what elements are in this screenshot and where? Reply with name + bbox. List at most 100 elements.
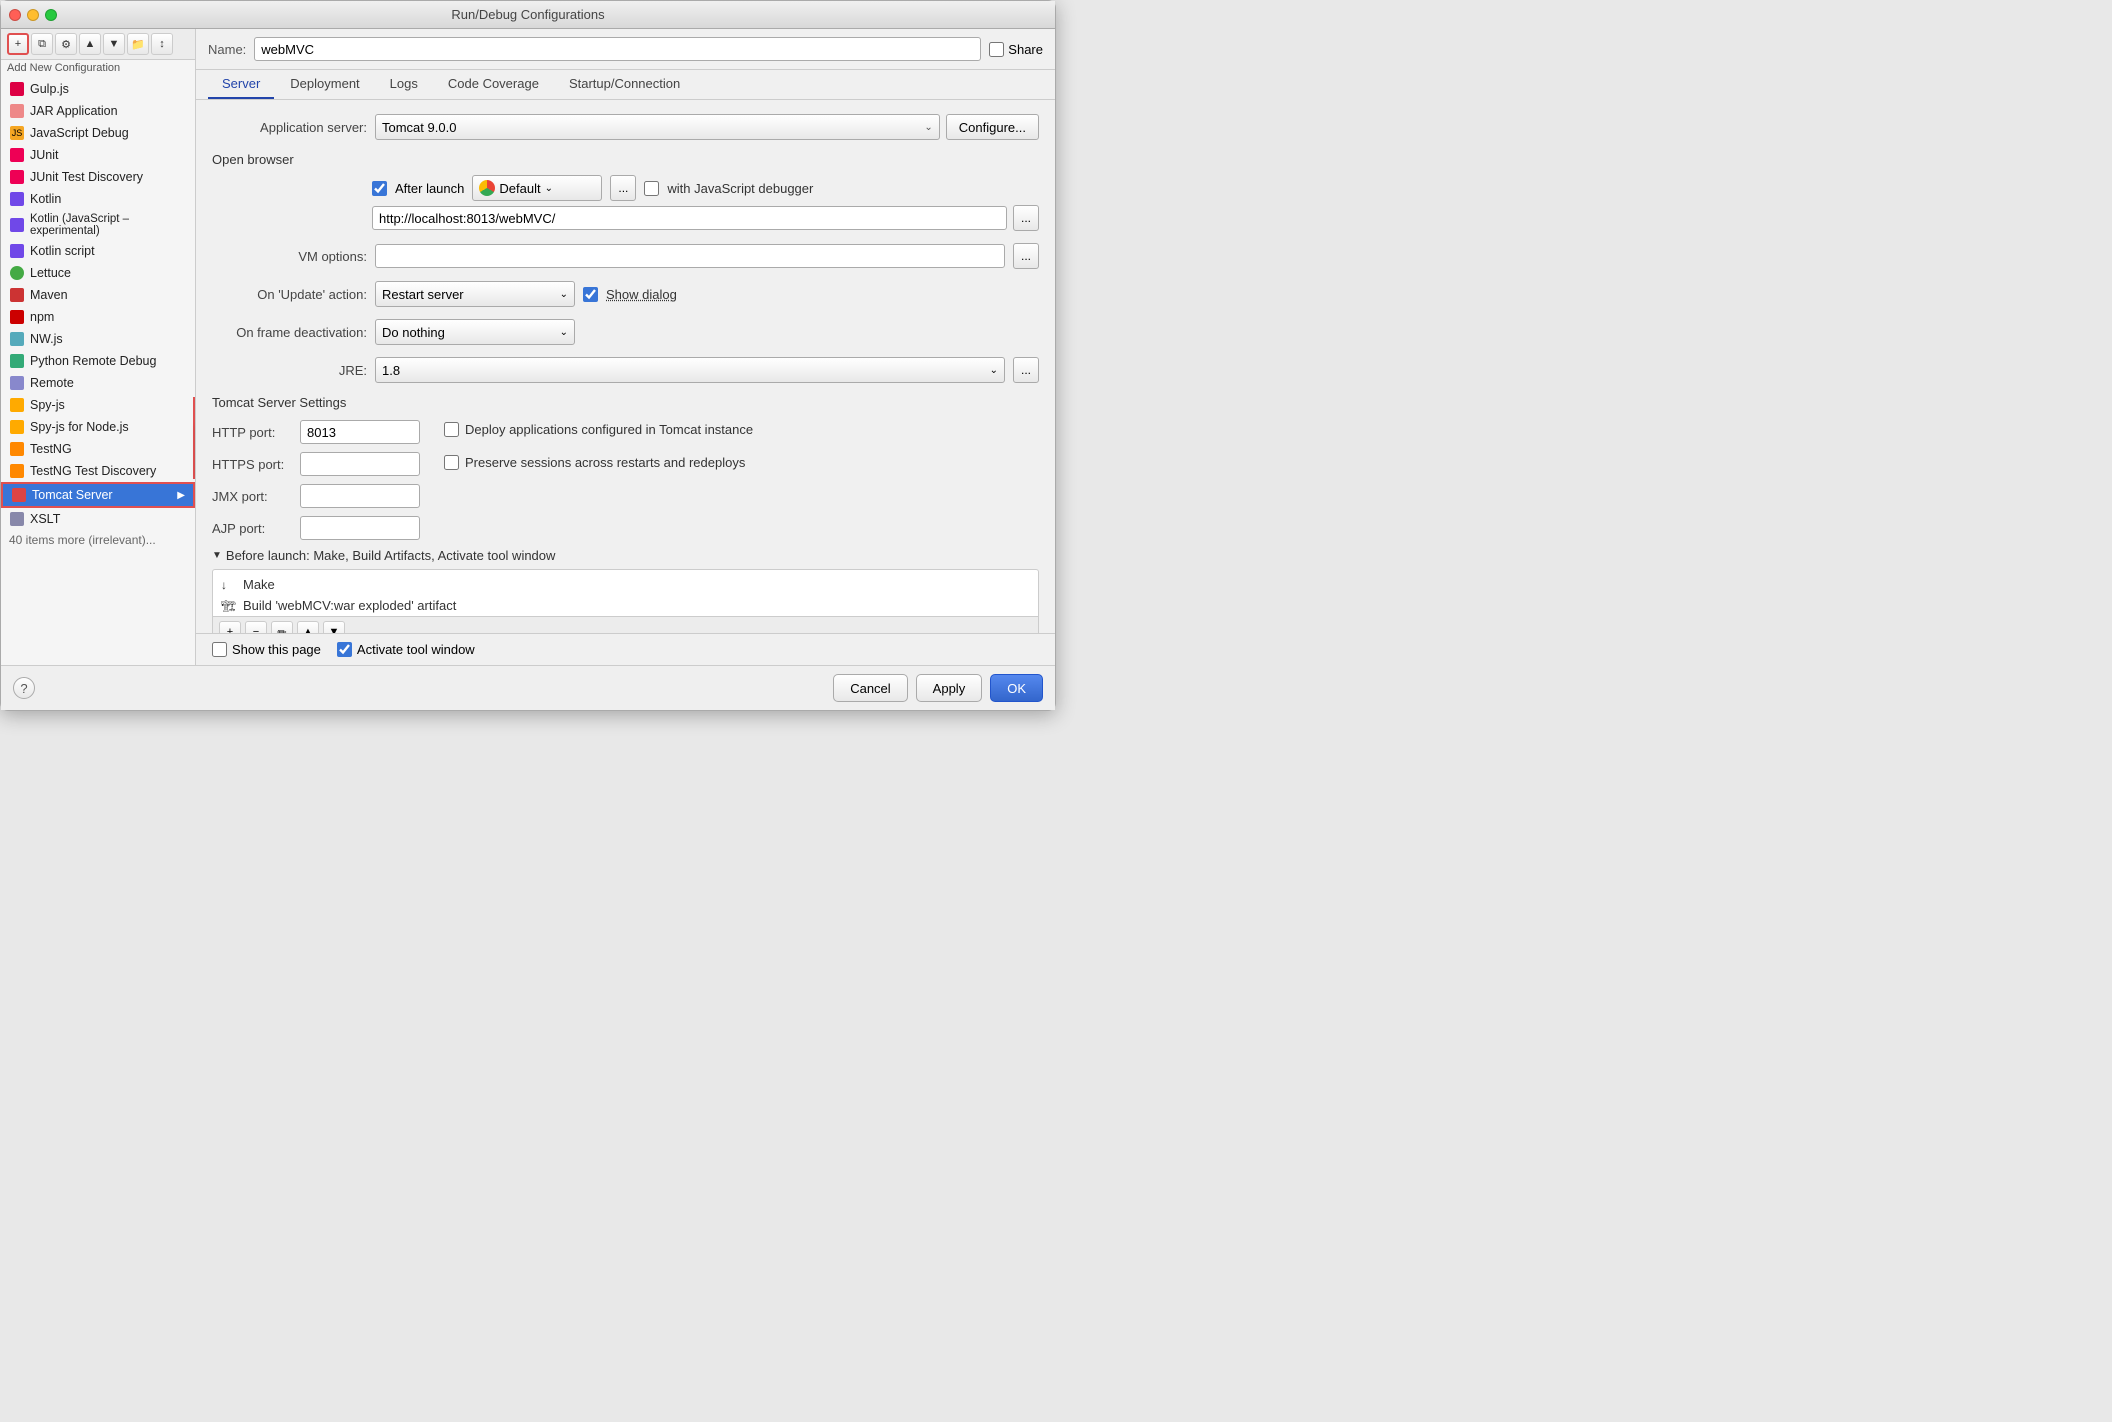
- vm-options-row: VM options: ...: [212, 243, 1039, 269]
- list-item-xslt[interactable]: XSLT: [1, 508, 195, 530]
- js-debugger-checkbox[interactable]: [644, 181, 659, 196]
- launch-down-button[interactable]: ▼: [323, 621, 345, 633]
- https-port-input[interactable]: [300, 452, 420, 476]
- arrow-up-icon: ▲: [85, 38, 96, 50]
- preserve-checkbox[interactable]: [444, 455, 459, 470]
- https-port-label: HTTPS port:: [212, 457, 292, 472]
- window-controls[interactable]: [9, 9, 57, 21]
- deploy-checkbox[interactable]: [444, 422, 459, 437]
- list-item-lettuce[interactable]: Lettuce: [1, 262, 195, 284]
- list-item-label: NW.js: [30, 332, 187, 346]
- list-item-gulp[interactable]: Gulp.js: [1, 78, 195, 100]
- launch-item-make[interactable]: ↓ Make: [213, 574, 1038, 595]
- kotlin-js-icon: [9, 217, 25, 233]
- list-item-tomcat[interactable]: Tomcat Server ▶: [1, 482, 195, 508]
- sort-button[interactable]: ↕: [151, 33, 173, 55]
- app-server-select[interactable]: Tomcat 9.0.0 ⌄: [375, 114, 940, 140]
- ok-button[interactable]: OK: [990, 674, 1043, 702]
- lettuce-icon: [9, 265, 25, 281]
- list-item-jar[interactable]: JAR Application: [1, 100, 195, 122]
- browser-value: Default: [499, 181, 540, 196]
- launch-up-button[interactable]: ▲: [297, 621, 319, 633]
- browser-options-button[interactable]: ...: [610, 175, 636, 201]
- folder-button[interactable]: 📁: [127, 33, 149, 55]
- list-item-label: Lettuce: [30, 266, 187, 280]
- kotlin-script-icon: [9, 243, 25, 259]
- url-input[interactable]: [372, 206, 1007, 230]
- copy-config-button[interactable]: ⧉: [31, 33, 53, 55]
- apply-button[interactable]: Apply: [916, 674, 983, 702]
- browser-select[interactable]: Default ⌄: [472, 175, 602, 201]
- list-item-label: Kotlin: [30, 192, 187, 206]
- move-up-button[interactable]: ▲: [79, 33, 101, 55]
- on-update-row: On 'Update' action: Restart server ⌄ Sho…: [212, 281, 1039, 307]
- collapse-arrow-icon[interactable]: ▼: [212, 550, 222, 561]
- list-item-kotlin-script[interactable]: Kotlin script: [1, 240, 195, 262]
- vm-options-button[interactable]: ...: [1013, 243, 1039, 269]
- before-launch-section: ▼ Before launch: Make, Build Artifacts, …: [212, 548, 1039, 633]
- show-page-checkbox[interactable]: [212, 642, 227, 657]
- cancel-button[interactable]: Cancel: [833, 674, 907, 702]
- launch-remove-button[interactable]: −: [245, 621, 267, 633]
- share-checkbox[interactable]: [989, 42, 1004, 57]
- url-row: ...: [372, 205, 1039, 231]
- close-button[interactable]: [9, 9, 21, 21]
- list-item-nwjs[interactable]: NW.js: [1, 328, 195, 350]
- list-item-spyjs[interactable]: Spy-js: [1, 394, 195, 416]
- artifact-icon: 🏗: [221, 599, 237, 613]
- launch-item-artifact[interactable]: 🏗 Build 'webMCV:war exploded' artifact: [213, 595, 1038, 616]
- list-item-npm[interactable]: npm: [1, 306, 195, 328]
- list-item-maven[interactable]: Maven: [1, 284, 195, 306]
- configure-button[interactable]: Configure...: [946, 114, 1039, 140]
- jre-select[interactable]: 1.8 ⌄: [375, 357, 1005, 383]
- open-browser-section: Open browser: [212, 152, 1039, 167]
- activate-tool-row: Activate tool window: [337, 642, 475, 657]
- after-launch-checkbox[interactable]: [372, 181, 387, 196]
- list-item-kotlin-js[interactable]: Kotlin (JavaScript – experimental): [1, 210, 195, 240]
- minimize-button[interactable]: [27, 9, 39, 21]
- maximize-button[interactable]: [45, 9, 57, 21]
- on-frame-select[interactable]: Do nothing ⌄: [375, 319, 575, 345]
- list-item-remote[interactable]: Remote: [1, 372, 195, 394]
- ajp-port-label: AJP port:: [212, 521, 292, 536]
- tab-code-coverage[interactable]: Code Coverage: [434, 70, 553, 99]
- list-item-testng[interactable]: TestNG: [1, 438, 195, 460]
- list-item-kotlin[interactable]: Kotlin: [1, 188, 195, 210]
- jre-options-button[interactable]: ...: [1013, 357, 1039, 383]
- on-update-select[interactable]: Restart server ⌄: [375, 281, 575, 307]
- ajp-port-input[interactable]: [300, 516, 420, 540]
- list-item-junit[interactable]: JUnit: [1, 144, 195, 166]
- on-update-label: On 'Update' action:: [212, 287, 367, 302]
- name-input[interactable]: [254, 37, 981, 61]
- browser-row: After launch Default ⌄ ... with JavaScri…: [372, 175, 1039, 201]
- on-frame-arrow: ⌄: [560, 327, 568, 338]
- launch-toolbar: + − ✏ ▲ ▼: [213, 616, 1038, 633]
- url-options-button[interactable]: ...: [1013, 205, 1039, 231]
- gulp-icon: [9, 81, 25, 97]
- jmx-port-input[interactable]: [300, 484, 420, 508]
- launch-add-button[interactable]: +: [219, 621, 241, 633]
- list-item-junit-discovery[interactable]: JUnit Test Discovery: [1, 166, 195, 188]
- move-down-button[interactable]: ▼: [103, 33, 125, 55]
- tab-startup[interactable]: Startup/Connection: [555, 70, 694, 99]
- launch-edit-button[interactable]: ✏: [271, 621, 293, 633]
- add-config-button[interactable]: +: [7, 33, 29, 55]
- list-item-spyjs-node[interactable]: Spy-js for Node.js: [1, 416, 195, 438]
- list-item-testng-discovery[interactable]: TestNG Test Discovery: [1, 460, 195, 482]
- list-item-python[interactable]: Python Remote Debug: [1, 350, 195, 372]
- list-item-jsdebug[interactable]: JS JavaScript Debug: [1, 122, 195, 144]
- activate-tool-checkbox[interactable]: [337, 642, 352, 657]
- settings-button[interactable]: ⚙: [55, 33, 77, 55]
- help-button[interactable]: ?: [13, 677, 35, 699]
- list-item-more[interactable]: 40 items more (irrelevant)...: [1, 530, 195, 550]
- launch-item-label: Make: [243, 577, 275, 592]
- vm-options-input[interactable]: [375, 244, 1005, 268]
- list-item-label: Gulp.js: [30, 82, 187, 96]
- http-port-input[interactable]: [300, 420, 420, 444]
- tab-logs[interactable]: Logs: [376, 70, 432, 99]
- launch-list: ↓ Make 🏗 Build 'webMCV:war exploded' art…: [212, 569, 1039, 633]
- tab-deployment[interactable]: Deployment: [276, 70, 373, 99]
- show-dialog-checkbox[interactable]: [583, 287, 598, 302]
- tab-server[interactable]: Server: [208, 70, 274, 99]
- http-port-label: HTTP port:: [212, 425, 292, 440]
